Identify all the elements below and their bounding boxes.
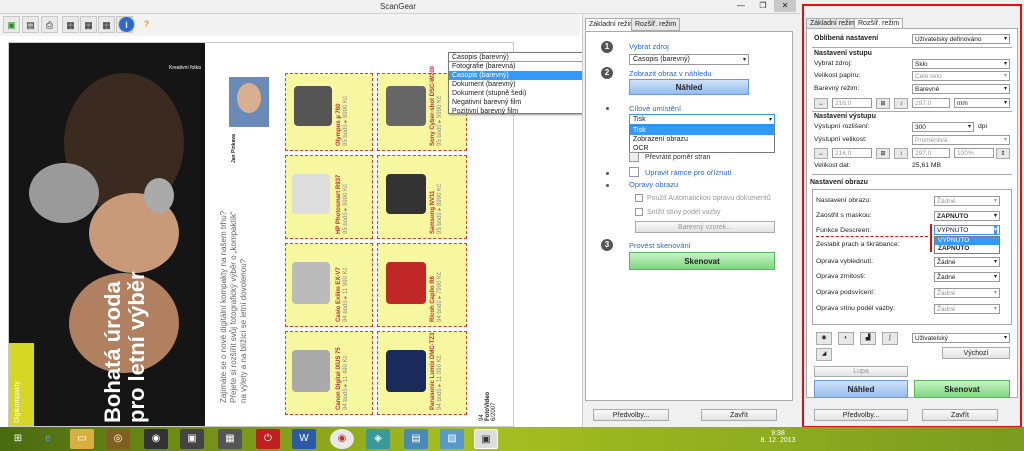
auto-correct-label: Použít Automatickou opravu dokumentů bbox=[647, 195, 771, 202]
section-strip bbox=[9, 343, 34, 426]
source-option[interactable]: Pozitivní barevný film bbox=[449, 107, 591, 116]
crop-label[interactable]: Upravit rámce pro oříznutí bbox=[645, 168, 732, 177]
source-option[interactable]: Fotografie (barevná) bbox=[449, 62, 591, 71]
camera-image bbox=[386, 350, 426, 392]
app-icon[interactable]: ◎ bbox=[106, 429, 130, 449]
destination-option[interactable]: Zobrazení obrazu bbox=[630, 135, 774, 144]
scan-icon[interactable]: ▣ bbox=[3, 16, 20, 33]
basic-mode-panel: Základní režim Rozšíř. režim 1 Vybrat zd… bbox=[582, 14, 800, 427]
source-option[interactable]: Dokument (barevný) bbox=[449, 80, 591, 89]
toolbar: ▣ ▤ ⎙ ▦ ▦ ▦ ▦ i ? bbox=[0, 14, 580, 36]
step-3-label: Provést skenování bbox=[629, 241, 691, 250]
ie-icon[interactable]: e bbox=[36, 429, 60, 449]
step-2-label: Zobrazit obraz v náhledu bbox=[629, 69, 712, 78]
destination-option-selected[interactable]: Tisk bbox=[630, 126, 774, 135]
taskbar: ⊞ e ▭ ◎ ◉ ▣ ▦ ⏻ W ◉ ◈ ▤ ▧ ▣ 9:38 8. 12. … bbox=[0, 427, 1024, 451]
flip-label: Převrátit poměr stran bbox=[645, 154, 711, 161]
maximize-button[interactable]: ❐ bbox=[752, 0, 774, 12]
minimize-button[interactable]: — bbox=[730, 0, 752, 12]
tab-advanced[interactable]: Rozšíř. režim bbox=[631, 18, 681, 31]
preview-button[interactable]: Náhled bbox=[629, 79, 749, 95]
step-3-badge: 3 bbox=[601, 239, 613, 251]
app4-icon[interactable]: ▧ bbox=[440, 429, 464, 449]
app2-icon[interactable]: ◈ bbox=[366, 429, 390, 449]
layout1-icon[interactable]: ▦ bbox=[62, 16, 79, 33]
camera-image bbox=[386, 86, 426, 126]
camera-image bbox=[386, 262, 426, 304]
word-icon[interactable]: W bbox=[292, 429, 316, 449]
camera-card: Ricoh Caplio R6 94 bodů ▸ 7990 Kč bbox=[377, 243, 467, 327]
corner-label: Kreativní fotka bbox=[169, 65, 201, 71]
speaker-icon[interactable]: ◉ bbox=[144, 429, 168, 449]
step-1-badge: 1 bbox=[601, 41, 613, 53]
magazine-photo: Digikompakty Bohatá úroda pro letní výbě… bbox=[9, 43, 205, 426]
section-label: Digikompakty bbox=[14, 380, 21, 423]
camera-image bbox=[292, 174, 330, 214]
camera-image bbox=[292, 350, 330, 392]
source-dropdown-list[interactable]: Časopis (barevný)▾ Fotografie (barevná) … bbox=[448, 52, 592, 116]
headline: Bohatá úroda pro letní výběr bbox=[100, 271, 149, 423]
camera-image bbox=[292, 262, 330, 304]
app3-icon[interactable]: ▤ bbox=[404, 429, 428, 449]
close-button[interactable]: Zavřít bbox=[701, 409, 777, 421]
scan-button[interactable]: Skenovat bbox=[629, 252, 775, 270]
clock-date: 8. 12. 2013 bbox=[760, 437, 796, 444]
info-icon[interactable]: i bbox=[118, 16, 135, 33]
help-icon[interactable]: ? bbox=[138, 16, 155, 33]
step-2-badge: 2 bbox=[601, 67, 613, 79]
magazine-preview[interactable]: Digikompakty Bohatá úroda pro letní výbě… bbox=[8, 42, 514, 427]
close-window-button[interactable]: ✕ bbox=[774, 0, 796, 12]
clock-time: 9:38 bbox=[771, 430, 785, 437]
source-option[interactable]: Dokument (stupně šedi) bbox=[449, 89, 591, 98]
layout2-icon[interactable]: ▦ bbox=[80, 16, 97, 33]
power-app-icon[interactable]: ⏻ bbox=[256, 429, 280, 449]
layout3-icon[interactable]: ▦ bbox=[98, 16, 115, 33]
camera-card: Olympus µ 780 95 bodů ▸ 8990 Kč bbox=[285, 73, 373, 151]
camera-card: Panasonic Lumix DMC-TZ3 94 bodů ▸ 11 990 … bbox=[377, 331, 467, 415]
camera-card: HP Photosmart R937 95 bodů ▸ 9990 Kč bbox=[285, 155, 373, 239]
shadow-label: Snížit stíny podél vazby bbox=[647, 209, 721, 216]
crop-icon[interactable] bbox=[629, 167, 639, 177]
camera-card: Canon Digital IXUS 75 94 bodů ▸ 11 490 Kč bbox=[285, 331, 373, 415]
print-icon[interactable]: ⎙ bbox=[41, 16, 58, 33]
destination-label: Cílové umístění bbox=[629, 104, 682, 113]
corrections-label: Opravy obrazu bbox=[629, 180, 679, 189]
save-icon[interactable]: ▤ bbox=[22, 16, 39, 33]
step-1-label: Vybrat zdroj bbox=[629, 42, 669, 51]
camera-app-icon[interactable]: ▣ bbox=[180, 429, 204, 449]
media-icon[interactable]: ▦ bbox=[218, 429, 242, 449]
camera-image bbox=[294, 86, 332, 126]
source-combo[interactable]: Časopis (barevný) ▾ bbox=[629, 54, 749, 65]
preferences-button[interactable]: Předvolby... bbox=[593, 409, 669, 421]
footer-date: 6/2007 bbox=[491, 402, 497, 421]
highlight-frame bbox=[802, 4, 1022, 428]
source-option[interactable]: Negativní barevný film bbox=[449, 98, 591, 107]
flip-icon[interactable] bbox=[629, 152, 639, 162]
intro-text: Zajímáte se o nové digitální kompakty na… bbox=[219, 210, 248, 403]
source-dropdown-current[interactable]: Časopis (barevný)▾ bbox=[449, 53, 591, 62]
color-pattern-button[interactable]: Barevný vzorek... bbox=[635, 221, 775, 233]
windows-start-icon[interactable]: ⊞ bbox=[6, 429, 30, 449]
author-name: Jan Pinkava bbox=[231, 134, 237, 163]
auto-correct-checkbox[interactable] bbox=[635, 194, 643, 202]
camera-image bbox=[386, 174, 426, 214]
source-option-selected[interactable]: Časopis (barevný) bbox=[449, 71, 591, 80]
window-title: ScanGear bbox=[380, 2, 417, 11]
shadow-checkbox[interactable] bbox=[635, 208, 643, 216]
scangear-task-icon[interactable]: ▣ bbox=[474, 429, 498, 449]
destination-option[interactable]: OCR bbox=[630, 144, 774, 153]
camera-card: Samsung NV11 95 bodů ▸ 8990 Kč bbox=[377, 155, 467, 239]
destination-combo[interactable]: Tisk ▾ bbox=[629, 114, 775, 125]
explorer-icon[interactable]: ▭ bbox=[70, 429, 94, 449]
destination-dropdown-list[interactable]: Tisk Zobrazení obrazu OCR bbox=[629, 125, 775, 153]
camera-card: Casio Exilim EX-V7 94 bodů ▸ 11 990 Kč bbox=[285, 243, 373, 327]
title-bar: ScanGear — ❐ ✕ bbox=[0, 0, 800, 14]
chrome-icon[interactable]: ◉ bbox=[330, 429, 354, 449]
